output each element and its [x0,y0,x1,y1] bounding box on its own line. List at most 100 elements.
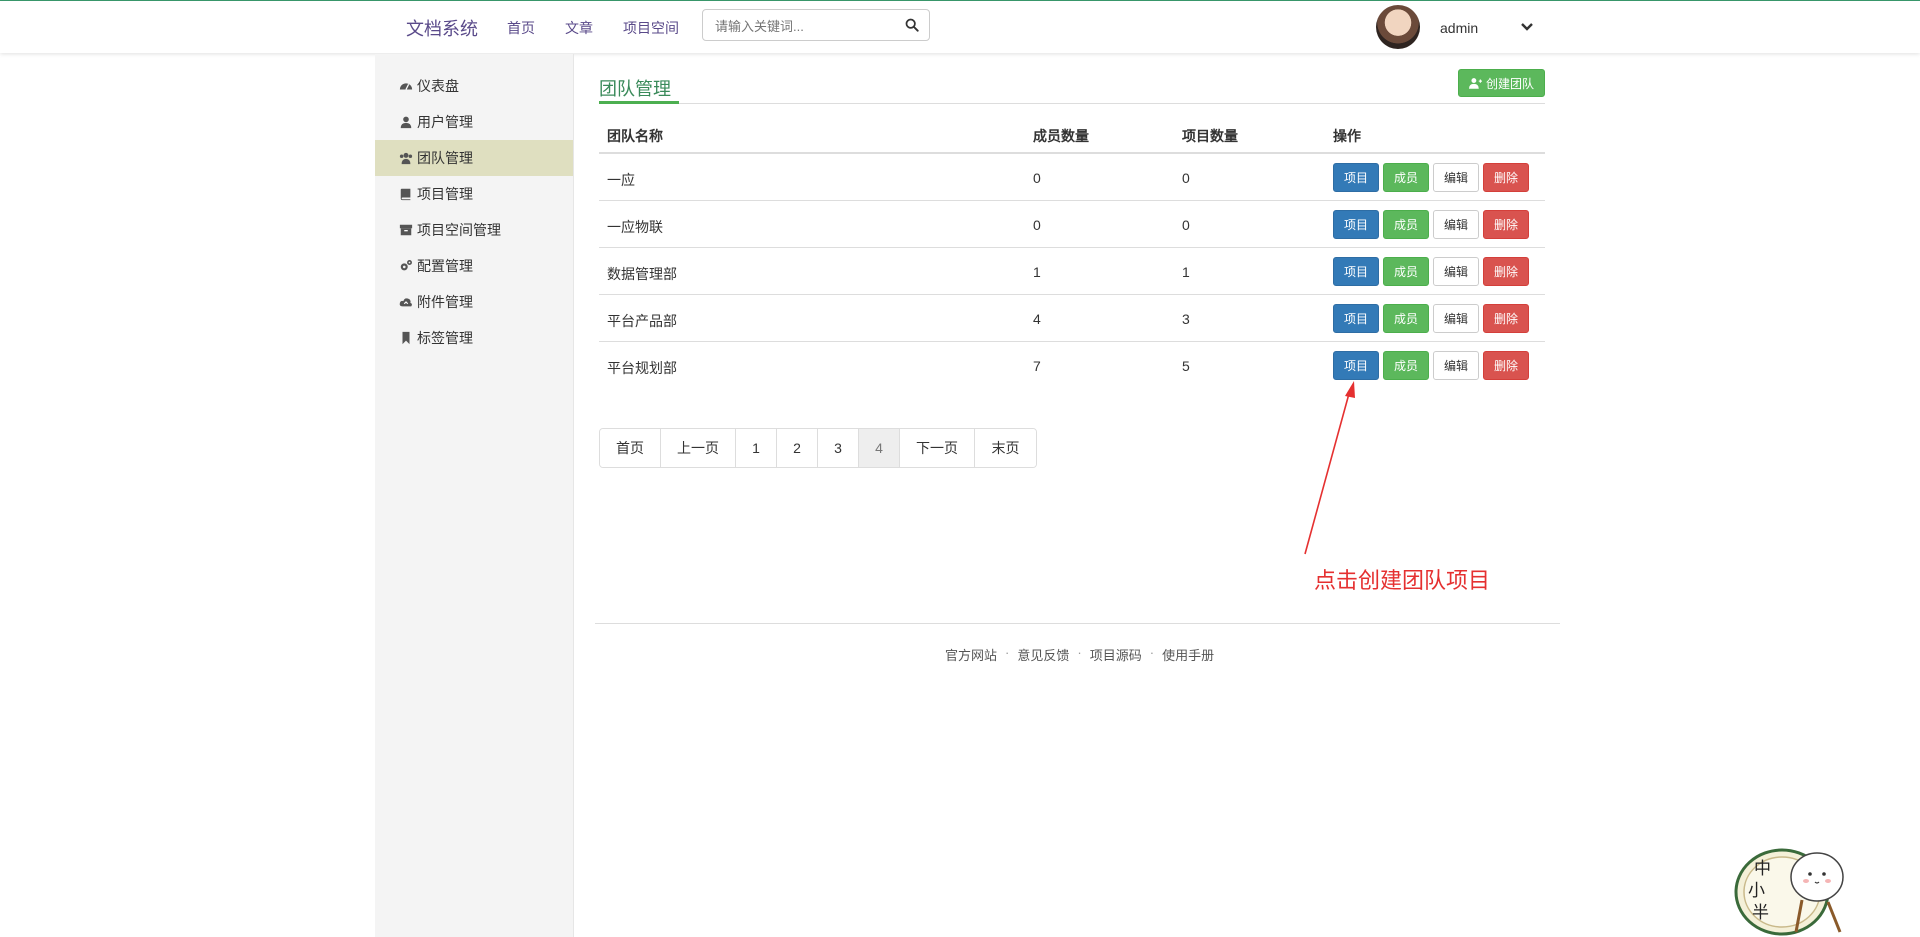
edit-button[interactable]: 编辑 [1433,257,1479,286]
username[interactable]: admin [1440,20,1478,36]
project-count: 1 [1182,264,1190,280]
search-box [702,9,930,42]
footer-link-official-site[interactable]: 官方网站 [945,645,997,664]
sidebar-item-label: 用户管理 [417,114,473,130]
nav-project-space[interactable]: 项目空间 [623,18,679,38]
delete-button[interactable]: 删除 [1483,163,1529,192]
annotation-arrow [1304,381,1355,555]
footer-separator: · [1149,645,1155,660]
sidebar-item-label: 附件管理 [417,294,473,310]
edit-button[interactable]: 编辑 [1433,163,1479,192]
footer-link-manual[interactable]: 使用手册 [1162,645,1214,664]
sidebar-item-projects[interactable]: 项目管理 [375,176,573,212]
footer-separator: · [1005,645,1010,660]
member-button[interactable]: 成员 [1383,304,1429,333]
table-row: 平台产品部 4 3 项目 成员 编辑 删除 [599,295,1545,342]
col-header-actions: 操作 [1333,128,1361,144]
annotation-text: 点击创建团队项目 [1314,569,1491,594]
footer-link-source[interactable]: 项目源码 [1090,645,1142,664]
title-divider [599,103,1545,104]
delete-button[interactable]: 删除 [1483,257,1529,286]
archive-icon [399,224,413,236]
team-name: 平台规划部 [607,360,677,376]
sidebar-item-label: 仪表盘 [417,78,459,94]
member-count: 4 [1033,311,1041,327]
footer-separator: · [1077,645,1082,660]
sidebar-item-attachments[interactable]: 附件管理 [375,284,573,320]
pagination: 首页 上一页 1 2 3 4 下一页 末页 [599,428,1037,468]
top-navbar: 文档系统 首页 文章 项目空间 admin [0,1,1920,53]
page-first[interactable]: 首页 [600,429,661,467]
member-count: 0 [1033,170,1041,186]
edit-button[interactable]: 编辑 [1433,351,1479,380]
edit-button[interactable]: 编辑 [1433,304,1479,333]
sidebar-item-label: 配置管理 [417,258,473,274]
project-button[interactable]: 项目 [1333,257,1379,286]
page-3[interactable]: 3 [818,429,859,467]
sidebar-item-label: 项目空间管理 [417,222,501,238]
member-count: 1 [1033,264,1041,280]
page-next[interactable]: 下一页 [900,429,975,467]
member-count: 7 [1033,358,1041,374]
project-count: 0 [1182,170,1190,186]
project-count: 5 [1182,358,1190,374]
dashboard-icon [399,83,413,90]
search-icon[interactable] [905,18,919,32]
mascot-sticker: 中小半 [1734,848,1844,936]
delete-button[interactable]: 删除 [1483,304,1529,333]
table-row: 平台规划部 7 5 项目 成员 编辑 删除 [599,342,1545,389]
create-team-button[interactable]: 创建团队 [1458,69,1545,97]
team-name: 一应 [607,172,635,188]
member-button[interactable]: 成员 [1383,351,1429,380]
sidebar-item-tags[interactable]: 标签管理 [375,320,573,356]
page-1[interactable]: 1 [736,429,777,467]
chevron-down-icon[interactable] [1519,19,1535,35]
sidebar-item-label: 团队管理 [417,150,473,166]
avatar[interactable] [1376,5,1420,49]
member-button[interactable]: 成员 [1383,210,1429,239]
bookmark-icon [402,331,410,345]
project-button[interactable]: 项目 [1333,304,1379,333]
edit-button[interactable]: 编辑 [1433,210,1479,239]
sidebar-item-project-space[interactable]: 项目空间管理 [375,212,573,248]
member-count: 0 [1033,217,1041,233]
search-input[interactable] [713,10,897,42]
sidebar-item-teams[interactable]: 团队管理 [375,140,573,176]
sidebar-item-label: 标签管理 [417,330,473,346]
book-icon [400,188,411,201]
project-count: 3 [1182,311,1190,327]
users-icon [399,152,413,165]
nav-home[interactable]: 首页 [507,18,535,38]
create-team-label: 创建团队 [1485,76,1534,91]
nav-articles[interactable]: 文章 [565,18,593,38]
sidebar-item-dashboard[interactable]: 仪表盘 [375,68,573,104]
sidebar-item-users[interactable]: 用户管理 [375,104,573,140]
sidebar-item-config[interactable]: 配置管理 [375,248,573,284]
page-last[interactable]: 末页 [975,429,1036,467]
brand-logo[interactable]: 文档系统 [406,15,478,41]
table-row: 一应 0 0 项目 成员 编辑 删除 [599,154,1545,201]
project-button[interactable]: 项目 [1333,351,1379,380]
team-name: 一应物联 [607,219,663,235]
cogs-icon [400,260,412,271]
user-plus-icon [1468,78,1482,89]
member-button[interactable]: 成员 [1383,257,1429,286]
footer-link-feedback[interactable]: 意见反馈 [1017,645,1069,664]
project-button[interactable]: 项目 [1333,210,1379,239]
col-header-name: 团队名称 [607,128,663,144]
team-name: 平台产品部 [607,313,677,329]
col-header-members: 成员数量 [1033,128,1089,144]
member-button[interactable]: 成员 [1383,163,1429,192]
page-2[interactable]: 2 [777,429,818,467]
team-name: 数据管理部 [607,266,677,282]
table-row: 一应物联 0 0 项目 成员 编辑 删除 [599,201,1545,248]
delete-button[interactable]: 删除 [1483,210,1529,239]
delete-button[interactable]: 删除 [1483,351,1529,380]
table-row: 数据管理部 1 1 项目 成员 编辑 删除 [599,248,1545,295]
project-button[interactable]: 项目 [1333,163,1379,192]
user-icon [400,116,412,129]
page-prev[interactable]: 上一页 [661,429,736,467]
sidebar: 仪表盘 用户管理 团队管理 项目管理 项目空间管理 配置管理 附件管理 标签管理 [375,54,574,937]
footer-divider [595,623,1560,624]
page-4-current[interactable]: 4 [859,429,900,467]
